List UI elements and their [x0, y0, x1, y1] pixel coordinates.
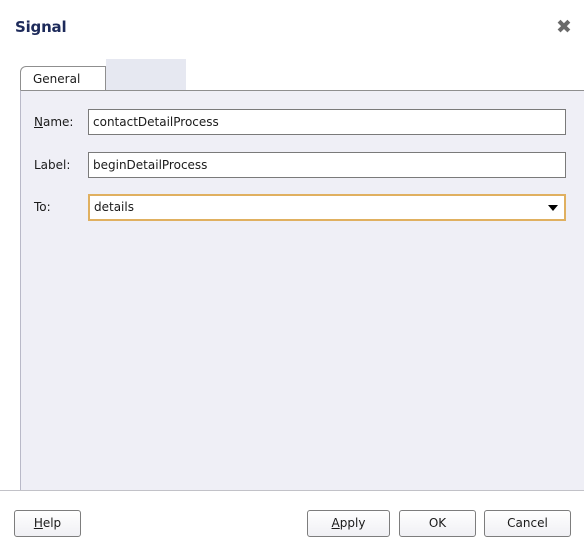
label-field[interactable]: beginDetailProcess — [88, 152, 566, 178]
tab-general-label: General — [33, 72, 81, 86]
signal-dialog: Signal ✖ General Name: contactDetailProc… — [0, 0, 584, 539]
to-select-value: details — [94, 200, 134, 214]
footer-divider — [0, 490, 584, 491]
help-mnemonic: H — [33, 516, 43, 530]
dialog-title: Signal — [15, 18, 67, 36]
label-row: Label: beginDetailProcess — [21, 152, 584, 178]
name-field[interactable]: contactDetailProcess — [88, 109, 566, 135]
help-button[interactable]: Help — [14, 510, 81, 537]
dropdown-arrow-icon[interactable] — [548, 205, 558, 211]
general-panel: Name: contactDetailProcess Label: beginD… — [20, 90, 584, 490]
tab-general[interactable]: General — [20, 66, 106, 90]
apply-mnemonic: A — [331, 516, 340, 530]
tab-strip: General — [20, 59, 186, 90]
name-label-mnemonic: N — [34, 115, 43, 129]
apply-label: pply — [339, 516, 366, 530]
name-row: Name: contactDetailProcess — [21, 109, 584, 135]
tab-strip-background — [106, 59, 186, 90]
label-label: Label: — [34, 158, 71, 172]
to-label: To: — [34, 200, 51, 214]
ok-button[interactable]: OK — [399, 510, 476, 537]
help-label: elp — [42, 516, 62, 530]
close-icon[interactable]: ✖ — [555, 18, 573, 37]
cancel-button[interactable]: Cancel — [484, 510, 571, 537]
name-label: Name: — [34, 115, 73, 129]
apply-button[interactable]: Apply — [307, 510, 390, 537]
name-label-text: ame: — [42, 115, 74, 129]
to-row: To: details — [21, 194, 584, 221]
to-select[interactable]: details — [88, 194, 566, 221]
